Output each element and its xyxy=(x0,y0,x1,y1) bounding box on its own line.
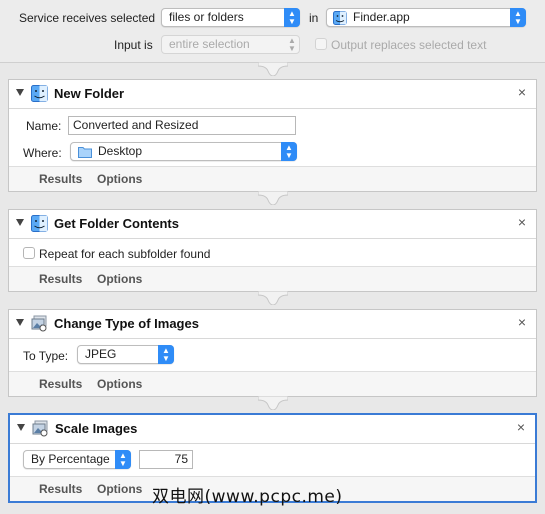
disclosure-triangle-icon[interactable] xyxy=(16,319,24,326)
action-title-row: New Folder × xyxy=(9,80,536,109)
finder-icon xyxy=(333,11,347,25)
name-label: Name: xyxy=(26,119,62,133)
disclosure-triangle-icon[interactable] xyxy=(17,424,25,431)
folder-icon xyxy=(78,147,92,158)
scale-amount-field[interactable]: 75 xyxy=(139,450,193,469)
popup-arrows-icon: ▲ ▼ xyxy=(288,35,296,53)
action-footer: Results Options xyxy=(9,266,536,291)
input-is-value: entire selection xyxy=(169,37,250,51)
action-connector xyxy=(258,291,288,305)
action-change-type-of-images: Change Type of Images × To Type: JPEG ▲ ▼… xyxy=(8,309,537,397)
finder-icon xyxy=(31,215,48,232)
repeat-subfolders-label: Repeat for each subfolder found xyxy=(39,247,211,261)
popup-arrows-icon: ▲ ▼ xyxy=(158,345,174,364)
finder-icon xyxy=(31,85,48,102)
close-icon[interactable]: × xyxy=(518,83,526,101)
options-tab[interactable]: Options xyxy=(97,377,142,391)
service-input-type-value: files or folders xyxy=(169,10,244,24)
action-connector xyxy=(258,62,288,76)
in-label: in xyxy=(309,11,319,25)
action-footer: Results Options xyxy=(9,166,536,191)
close-icon[interactable]: × xyxy=(518,313,526,331)
watermark: 双电网(www.pcpc.me) xyxy=(152,487,343,507)
where-popup[interactable]: Desktop ▲ ▼ xyxy=(70,142,297,161)
action-title-row: Get Folder Contents × xyxy=(9,210,536,239)
action-title-row: Scale Images × xyxy=(10,415,535,444)
action-new-folder: New Folder × Name: Converted and Resized… xyxy=(8,79,537,192)
scale-mode-popup[interactable]: By Percentage ▲ ▼ xyxy=(23,450,131,469)
service-receives-label: Service receives selected xyxy=(19,11,156,25)
close-icon[interactable]: × xyxy=(517,418,525,436)
action-connector xyxy=(258,396,288,410)
application-value: Finder.app xyxy=(353,10,410,24)
input-is-popup[interactable]: entire selection ▲ ▼ xyxy=(161,35,300,54)
action-title: Get Folder Contents xyxy=(54,216,179,231)
popup-arrows-icon: ▲ ▼ xyxy=(281,142,297,161)
results-tab[interactable]: Results xyxy=(39,172,82,186)
results-tab[interactable]: Results xyxy=(39,482,82,496)
output-replaces-checkbox[interactable] xyxy=(315,38,327,50)
service-input-type-popup[interactable]: files or folders ▲ ▼ xyxy=(161,8,300,27)
popup-arrows-icon: ▲ ▼ xyxy=(510,8,526,27)
options-tab[interactable]: Options xyxy=(97,172,142,186)
action-title-row: Change Type of Images × xyxy=(9,310,536,339)
application-popup[interactable]: Finder.app ▲ ▼ xyxy=(326,8,526,27)
image-type-value: JPEG xyxy=(85,347,117,361)
action-footer: Results Options xyxy=(9,371,536,396)
where-label: Where: xyxy=(23,146,62,160)
disclosure-triangle-icon[interactable] xyxy=(16,89,24,96)
service-header: Service receives selected files or folde… xyxy=(0,0,545,63)
input-is-label: Input is xyxy=(114,38,153,52)
action-connector xyxy=(258,191,288,205)
action-get-folder-contents: Get Folder Contents × Repeat for each su… xyxy=(8,209,537,292)
scale-mode-value: By Percentage xyxy=(31,452,110,466)
results-tab[interactable]: Results xyxy=(39,377,82,391)
output-replaces-label: Output replaces selected text xyxy=(331,38,487,52)
folder-name-field[interactable]: Converted and Resized xyxy=(68,116,296,135)
action-title: Change Type of Images xyxy=(54,316,199,331)
preview-icon xyxy=(32,420,48,437)
results-tab[interactable]: Results xyxy=(39,272,82,286)
action-title: Scale Images xyxy=(55,421,138,436)
options-tab[interactable]: Options xyxy=(97,482,142,496)
close-icon[interactable]: × xyxy=(518,213,526,231)
options-tab[interactable]: Options xyxy=(97,272,142,286)
where-value: Desktop xyxy=(98,144,143,158)
popup-arrows-icon: ▲ ▼ xyxy=(284,8,300,27)
preview-icon xyxy=(31,315,47,332)
repeat-subfolders-checkbox[interactable] xyxy=(23,247,35,259)
popup-arrows-icon: ▲ ▼ xyxy=(115,450,131,469)
disclosure-triangle-icon[interactable] xyxy=(16,219,24,226)
image-type-popup[interactable]: JPEG ▲ ▼ xyxy=(77,345,174,364)
action-title: New Folder xyxy=(54,86,125,101)
to-type-label: To Type: xyxy=(23,349,69,363)
